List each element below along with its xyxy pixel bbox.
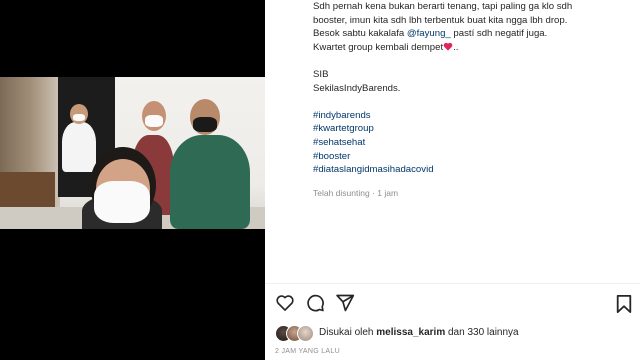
caption-line-3: Besok sabtu kakalafa @fayung_ pastí sdh … bbox=[313, 27, 633, 41]
caption-line-4-text: Kwartet group kembali dempet bbox=[313, 41, 444, 53]
post-caption: Sdh pernah kena bukan berarti tenang, ta… bbox=[313, 0, 633, 177]
person-green-shirt bbox=[170, 135, 250, 229]
heart-icon[interactable] bbox=[275, 293, 295, 313]
liker-username-link[interactable]: melissa_karim bbox=[376, 327, 445, 338]
edited-time: Telah disunting · 1 jam bbox=[313, 188, 399, 198]
post-media[interactable] bbox=[0, 0, 265, 360]
caption-line-1: Sdh pernah kena bukan berarti tenang, ta… bbox=[313, 1, 573, 12]
share-icon[interactable] bbox=[335, 293, 355, 313]
mention-link[interactable]: @fayung_ bbox=[407, 28, 451, 39]
bookmark-icon[interactable] bbox=[615, 294, 633, 314]
caption-line-sib: SIB bbox=[313, 68, 329, 80]
liker-avatars[interactable] bbox=[275, 324, 317, 342]
hashtag-link[interactable]: #diataslangidmasihadacovid bbox=[313, 163, 633, 177]
caption-line-sekilas: SekilasIndyBarends. bbox=[313, 82, 401, 94]
person-red-shirt-mask bbox=[145, 115, 163, 127]
hashtag-link[interactable]: #sehatsehat bbox=[313, 136, 633, 150]
person-front-woman-mask bbox=[94, 181, 150, 223]
caption-line-4: Kwartet group kembali dempet.. bbox=[313, 41, 633, 55]
post-side-panel: Sdh pernah kena bukan berarti tenang, ta… bbox=[265, 0, 640, 360]
actions-divider bbox=[265, 283, 640, 284]
caption-line-4-ellipsis: .. bbox=[453, 41, 459, 53]
person-white-shirt bbox=[62, 122, 96, 172]
avatar bbox=[297, 325, 314, 342]
person-green-shirt-mask bbox=[193, 117, 217, 132]
likes-text: Disukai oleh melissa_karim dan 330 lainn… bbox=[319, 327, 519, 338]
hashtag-link[interactable]: #booster bbox=[313, 150, 633, 164]
person-white-shirt-mask bbox=[73, 114, 85, 121]
heart-emoji-icon bbox=[443, 42, 453, 51]
post-photo[interactable] bbox=[0, 77, 265, 229]
post-date[interactable]: 2 JAM YANG LALU bbox=[275, 348, 340, 355]
caption-line-2: booster, imun kita sdh lbh terbentuk bua… bbox=[313, 14, 568, 26]
hashtag-link[interactable]: #indybarends bbox=[313, 109, 633, 123]
comment-icon[interactable] bbox=[305, 293, 325, 313]
likes-suffix[interactable]: dan 330 lainnya bbox=[448, 327, 519, 338]
hashtag-link[interactable]: #kwartetgroup bbox=[313, 122, 633, 136]
likes-prefix: Disukai oleh bbox=[319, 327, 374, 338]
caption-line-3-text-before: Besok sabtu kakalafa bbox=[313, 28, 407, 40]
caption-line-3-text-after: pastí sdh negatif juga. bbox=[450, 28, 548, 40]
